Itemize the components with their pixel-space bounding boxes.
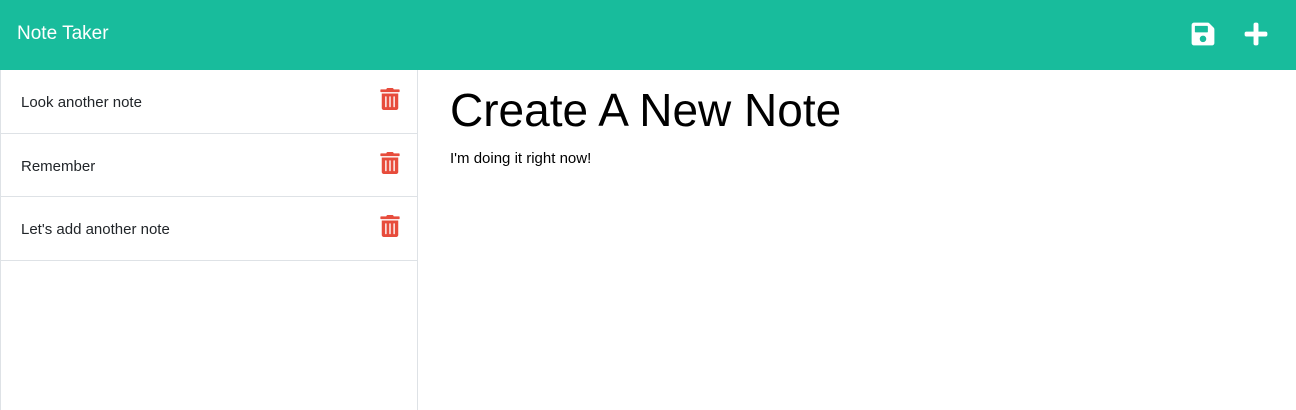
- brand-title[interactable]: Note Taker: [17, 22, 109, 46]
- trash-icon[interactable]: [380, 215, 400, 237]
- save-icon[interactable]: [1190, 21, 1216, 47]
- note-title: Let's add another note: [21, 221, 170, 239]
- navbar: Note Taker: [0, 0, 1296, 70]
- list-item[interactable]: Look another note: [1, 70, 417, 134]
- note-editor: I'm doing it right now!: [419, 70, 1296, 410]
- plus-icon[interactable]: [1243, 21, 1269, 47]
- list-item[interactable]: Remember: [1, 134, 417, 197]
- note-text-field[interactable]: I'm doing it right now!: [450, 148, 1270, 388]
- note-title-field[interactable]: [450, 82, 1270, 138]
- trash-icon[interactable]: [380, 88, 400, 110]
- notes-sidebar: Look another note Remember Let's add ano…: [0, 70, 418, 410]
- note-title: Look another note: [21, 94, 142, 112]
- note-title: Remember: [21, 157, 96, 175]
- note-list: Look another note Remember Let's add ano…: [1, 70, 417, 261]
- trash-icon[interactable]: [380, 151, 400, 174]
- list-item[interactable]: Let's add another note: [1, 197, 417, 261]
